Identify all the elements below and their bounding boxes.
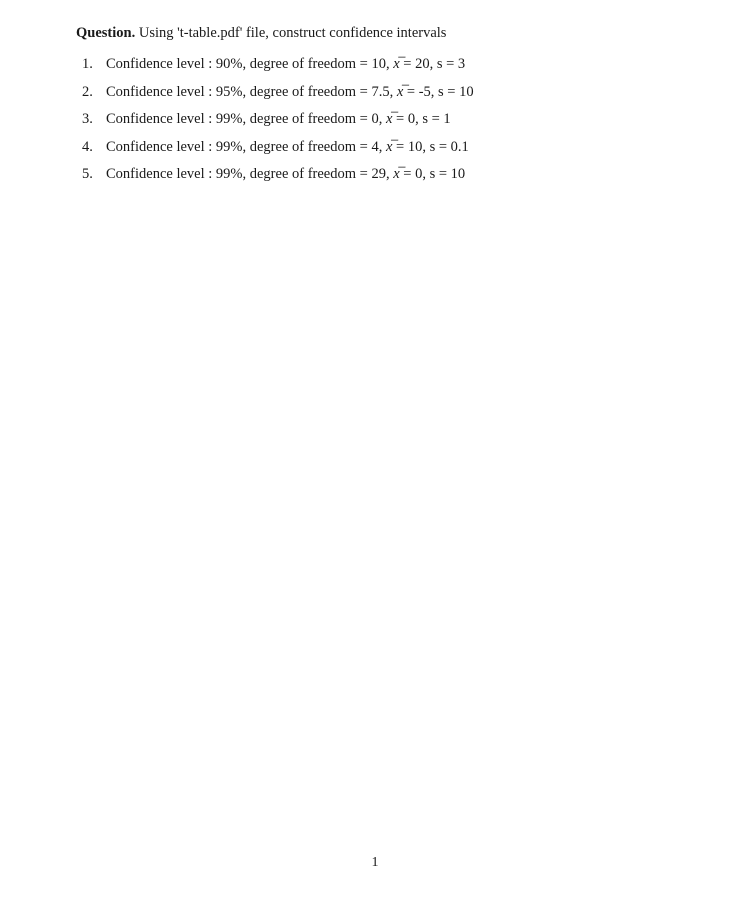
item-prefix: Confidence level : 95%, degree of freedo…: [106, 84, 397, 100]
item-suffix: = 0, s = 1: [392, 111, 450, 127]
page-number: 1: [0, 855, 750, 871]
question-text: Using 't-table.pdf' file, construct conf…: [139, 25, 447, 41]
item-suffix: = 10, s = 0.1: [392, 139, 468, 155]
list-number: 1.: [82, 51, 93, 79]
item-suffix: = 0, s = 10: [400, 166, 466, 182]
xbar-symbol: x: [386, 134, 392, 162]
list-item: 2. Confidence level : 95%, degree of fre…: [76, 79, 690, 107]
list-item: 1. Confidence level : 90%, degree of fre…: [76, 51, 690, 79]
item-prefix: Confidence level : 99%, degree of freedo…: [106, 111, 386, 127]
item-prefix: Confidence level : 99%, degree of freedo…: [106, 166, 393, 182]
item-suffix: = 20, s = 3: [400, 56, 466, 72]
question-list: 1. Confidence level : 90%, degree of fre…: [76, 51, 690, 189]
list-number: 2.: [82, 79, 93, 107]
list-number: 5.: [82, 161, 93, 189]
list-item: 4. Confidence level : 99%, degree of fre…: [76, 134, 690, 162]
question-label: Question.: [76, 25, 135, 41]
document-page: Question. Using 't-table.pdf' file, cons…: [0, 0, 750, 909]
list-item: 5. Confidence level : 99%, degree of fre…: [76, 161, 690, 189]
question-heading: Question. Using 't-table.pdf' file, cons…: [76, 22, 690, 45]
xbar-symbol: x: [397, 79, 403, 107]
list-number: 4.: [82, 134, 93, 162]
list-number: 3.: [82, 106, 93, 134]
item-prefix: Confidence level : 90%, degree of freedo…: [106, 56, 393, 72]
xbar-symbol: x: [393, 51, 399, 79]
xbar-symbol: x: [386, 106, 392, 134]
list-item: 3. Confidence level : 99%, degree of fre…: [76, 106, 690, 134]
item-prefix: Confidence level : 99%, degree of freedo…: [106, 139, 386, 155]
xbar-symbol: x: [393, 161, 399, 189]
item-suffix: = -5, s = 10: [403, 84, 473, 100]
